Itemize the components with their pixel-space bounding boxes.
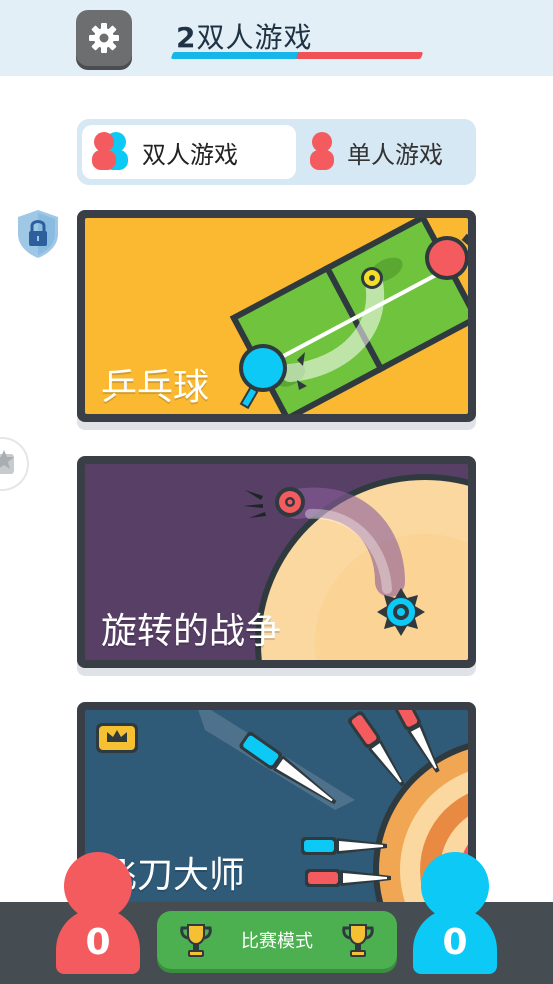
logo-title: 双人游戏 <box>196 21 313 54</box>
game-card-ping-pong[interactable]: 乒乓球 <box>77 210 476 422</box>
star-badge-icon <box>0 437 29 491</box>
lock-badge[interactable] <box>14 208 62 264</box>
settings-button[interactable] <box>76 10 132 66</box>
app-logo: 2双人游戏 <box>170 14 432 64</box>
tab-two-player[interactable]: 双人游戏 <box>82 125 296 179</box>
game-title: 乒乓球 <box>101 367 210 408</box>
lock-icon <box>18 210 58 258</box>
single-player-icon <box>310 132 334 170</box>
game-title: 旋转的战争 <box>101 611 282 652</box>
tab-two-player-label: 双人游戏 <box>142 140 238 169</box>
logo-underline-blue <box>170 52 304 59</box>
tab-single-player-label: 单人游戏 <box>347 140 443 169</box>
blue-player-score: 0 <box>413 852 497 976</box>
logo-number: 2 <box>176 21 197 54</box>
blue-score: 0 <box>442 922 468 963</box>
tournament-mode-button[interactable]: 比赛模式 <box>157 911 397 969</box>
game-card-spinning-war[interactable]: 旋转的战争 <box>77 456 476 668</box>
trophy-icon <box>180 924 212 957</box>
tournament-mode-label: 比赛模式 <box>241 931 313 952</box>
logo-underline-red <box>295 52 424 59</box>
red-score: 0 <box>85 922 111 963</box>
tab-single-player[interactable]: 单人游戏 <box>299 125 471 179</box>
side-menu-button[interactable] <box>0 436 30 496</box>
gear-icon <box>89 23 119 53</box>
trophy-icon <box>342 924 374 957</box>
two-players-icon <box>92 132 128 170</box>
red-player-score: 0 <box>56 852 140 976</box>
header: 2双人游戏 <box>0 0 553 76</box>
mode-switch: 双人游戏 单人游戏 <box>77 119 476 185</box>
